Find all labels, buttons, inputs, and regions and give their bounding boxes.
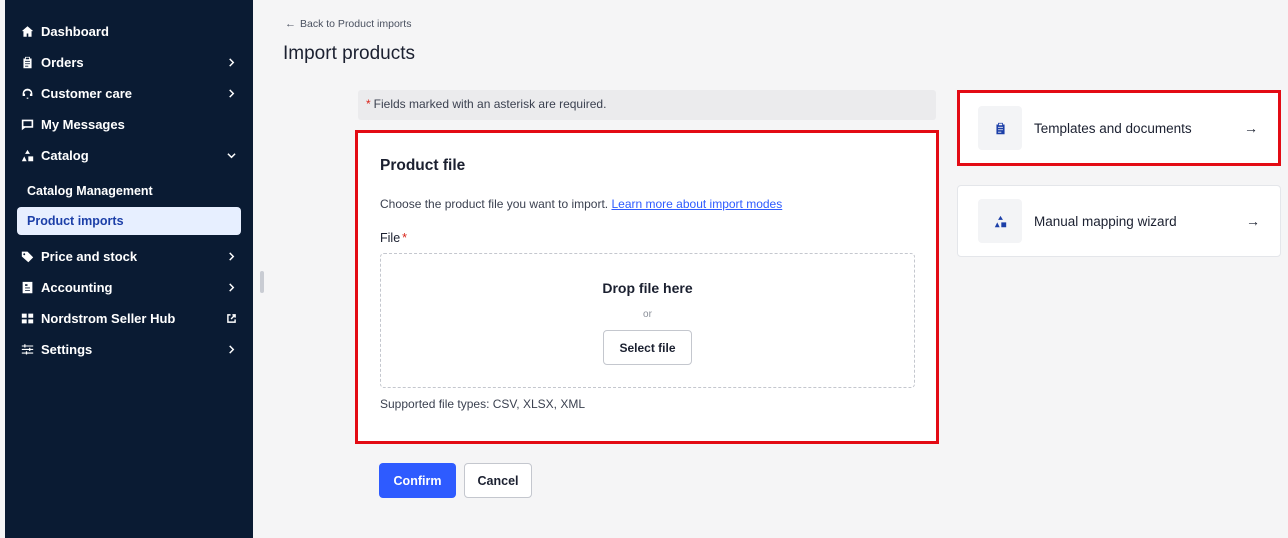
sliders-icon (19, 342, 35, 358)
shapes-icon (978, 199, 1022, 243)
sidebar-item-label: Nordstrom Seller Hub (41, 311, 176, 326)
grid-icon (19, 311, 35, 327)
external-link-icon (225, 313, 237, 325)
sidebar-subitem-label: Catalog Management (27, 184, 153, 198)
cancel-button[interactable]: Cancel (464, 463, 532, 498)
sidebar-item-settings[interactable]: Settings (5, 334, 253, 365)
product-file-description-text: Choose the product file you want to impo… (380, 197, 609, 211)
sidebar-subitem-catalog-management[interactable]: Catalog Management (17, 177, 241, 205)
chevron-right-icon (225, 57, 237, 69)
sidebar: Dashboard Orders Customer care My Messag… (5, 0, 253, 538)
sidebar-item-label: Catalog (41, 148, 89, 163)
chevron-right-icon (225, 282, 237, 294)
drop-file-title: Drop file here (602, 280, 693, 296)
chevron-down-icon (225, 150, 237, 162)
clipboard-icon (978, 106, 1022, 150)
back-link[interactable]: ← Back to Product imports (285, 18, 411, 30)
select-file-button[interactable]: Select file (603, 330, 692, 365)
product-file-title: Product file (380, 157, 466, 174)
manual-mapping-wizard-card[interactable]: Manual mapping wizard → (957, 185, 1281, 257)
shapes-icon (19, 148, 35, 164)
learn-more-link[interactable]: Learn more about import modes (611, 197, 782, 211)
back-link-label: Back to Product imports (300, 18, 412, 30)
templates-documents-card[interactable]: Templates and documents → (957, 90, 1281, 166)
chevron-right-icon (225, 88, 237, 100)
arrow-right-icon: → (1244, 120, 1258, 136)
file-field-label: File * (380, 231, 407, 245)
confirm-button[interactable]: Confirm (379, 463, 456, 498)
sidebar-item-accounting[interactable]: Accounting (5, 272, 253, 303)
file-label-text: File (380, 231, 401, 245)
sidebar-item-label: Customer care (41, 86, 133, 101)
product-file-description: Choose the product file you want to impo… (380, 197, 782, 211)
required-fields-note: * Fields marked with an asterisk are requ… (358, 90, 936, 120)
sidebar-item-customer-care[interactable]: Customer care (5, 78, 253, 109)
home-icon (19, 24, 35, 40)
sidebar-item-label: Accounting (41, 280, 113, 295)
chevron-right-icon (225, 251, 237, 263)
arrow-right-icon: → (1246, 213, 1260, 229)
file-dropzone[interactable]: Drop file here or Select file (380, 253, 915, 388)
manual-mapping-wizard-label: Manual mapping wizard (1034, 213, 1177, 229)
sidebar-item-catalog[interactable]: Catalog (5, 140, 253, 171)
required-asterisk: * (402, 231, 408, 245)
sidebar-resize-handle[interactable] (260, 271, 264, 293)
clipboard-icon (19, 55, 35, 71)
required-asterisk: * (366, 97, 371, 111)
sidebar-subitem-product-imports[interactable]: Product imports (17, 207, 241, 235)
sidebar-item-nordstrom-seller-hub[interactable]: Nordstrom Seller Hub (5, 303, 253, 334)
headset-icon (19, 86, 35, 102)
sidebar-subitem-label: Product imports (27, 214, 124, 228)
sidebar-item-label: Orders (41, 55, 84, 70)
sidebar-item-label: Dashboard (41, 24, 109, 39)
templates-documents-label: Templates and documents (1034, 120, 1192, 136)
sidebar-item-price-and-stock[interactable]: Price and stock (5, 241, 253, 272)
page-title: Import products (283, 43, 415, 64)
sidebar-item-label: Settings (41, 342, 93, 357)
required-note-text: Fields marked with an asterisk are requi… (373, 97, 607, 111)
sidebar-item-dashboard[interactable]: Dashboard (5, 16, 253, 47)
invoice-icon (19, 280, 35, 296)
sidebar-item-orders[interactable]: Orders (5, 47, 253, 78)
or-separator: or (643, 309, 652, 320)
tag-icon (19, 249, 35, 265)
product-file-card: Product file Choose the product file you… (355, 130, 939, 444)
sidebar-item-label: Price and stock (41, 249, 138, 264)
supported-file-types: Supported file types: CSV, XLSX, XML (380, 397, 586, 411)
sidebar-item-my-messages[interactable]: My Messages (5, 109, 253, 140)
sidebar-item-label: My Messages (41, 117, 125, 132)
arrow-left-icon: ← (285, 18, 296, 30)
chevron-right-icon (225, 344, 237, 356)
message-icon (19, 117, 35, 133)
